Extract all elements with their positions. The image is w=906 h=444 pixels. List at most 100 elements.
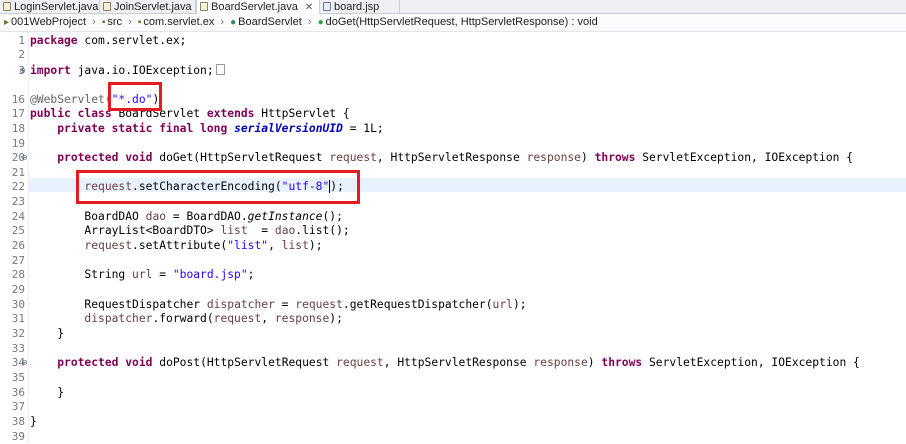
code-line[interactable]: request.setCharacterEncoding("utf-8"); xyxy=(30,180,344,194)
tab-label: JoinServlet.java xyxy=(114,1,192,13)
code-text: } xyxy=(30,415,37,428)
line-number: 35 xyxy=(11,371,25,384)
tab-board-jsp[interactable]: board.jsp xyxy=(320,0,400,14)
code-line[interactable]: request.setAttribute("list", list); xyxy=(30,239,323,253)
code-line[interactable]: } xyxy=(30,386,64,400)
code-line[interactable]: dispatcher.forward(request, response); xyxy=(30,312,342,326)
variable: request xyxy=(213,312,262,325)
breadcrumb-project[interactable]: 001WebProject xyxy=(11,16,86,28)
code-text: ) xyxy=(587,356,602,369)
project-icon: ▸ xyxy=(4,17,10,28)
code-line[interactable]: protected void doGet(HttpServletRequest … xyxy=(30,151,853,165)
line-number: 23 xyxy=(11,195,25,208)
code-text: ; xyxy=(247,268,255,281)
code-text: , xyxy=(261,312,275,325)
package-icon: ▪ xyxy=(137,17,142,28)
breadcrumb-class[interactable]: BoardServlet xyxy=(238,16,302,28)
source-folder-icon: ▪ xyxy=(101,17,106,28)
code-line[interactable]: import java.io.IOException; xyxy=(30,64,225,78)
code-line[interactable]: } xyxy=(30,327,64,341)
code-text: } xyxy=(57,386,65,399)
code-line[interactable]: public class BoardServlet extends HttpSe… xyxy=(30,107,350,121)
code-line[interactable]: BoardDAO dao = BoardDAO.getInstance(); xyxy=(30,210,343,224)
variable: list xyxy=(281,239,309,252)
code-text: } xyxy=(57,327,65,340)
code-text: ); xyxy=(330,180,344,193)
keyword: private static final long xyxy=(57,122,228,135)
variable: request xyxy=(84,180,133,193)
tab-login-servlet[interactable]: LoginServlet.java xyxy=(0,0,100,14)
chevron-right-icon: › xyxy=(220,16,225,28)
code-text: ArrayList<BoardDTO> xyxy=(84,224,221,237)
line-number: 29 xyxy=(11,283,25,296)
code-text: String xyxy=(84,268,133,281)
code-line[interactable]: ArrayList<BoardDTO> list = dao.list(); xyxy=(30,224,349,238)
code-line[interactable]: RequestDispatcher dispatcher = request.g… xyxy=(30,298,526,312)
code-text: BoardServlet xyxy=(111,107,207,120)
code-text: ) xyxy=(580,151,595,164)
code-text: (); xyxy=(322,210,343,223)
code-text: = xyxy=(247,224,275,237)
code-text: = 1L; xyxy=(342,122,384,135)
variable: dao xyxy=(274,224,296,237)
code-line[interactable]: package com.servlet.ex; xyxy=(30,34,186,48)
keyword: throws xyxy=(594,151,636,164)
variable: url xyxy=(492,298,513,311)
parameter: request xyxy=(336,356,384,369)
fold-collapse-icon[interactable]: ⊖ xyxy=(20,153,29,162)
keyword: public xyxy=(30,107,71,120)
tab-join-servlet[interactable]: JoinServlet.java xyxy=(100,0,196,14)
code-text: = xyxy=(152,268,173,281)
breadcrumb-package[interactable]: com.servlet.ex xyxy=(143,16,214,28)
code-line[interactable]: } xyxy=(30,415,37,429)
field-name: serialVersionUID xyxy=(234,122,343,135)
line-number: 19 xyxy=(11,137,25,150)
java-file-icon xyxy=(3,2,11,11)
line-number: 16 xyxy=(11,93,25,106)
java-file-icon xyxy=(103,2,111,11)
line-number-gutter[interactable]: 1 2 3 ⊕ 16 17 18 19 20 ⊖ 21 22 23 24 25 … xyxy=(0,32,29,443)
code-text: doGet(HttpServletRequest xyxy=(152,151,330,164)
jsp-file-icon xyxy=(323,2,331,11)
breadcrumb: ▸ 001WebProject › ▪ src › ▪ com.servlet.ex … xyxy=(0,14,906,32)
line-number: 27 xyxy=(11,254,25,267)
line-number: 1 xyxy=(18,34,25,47)
line-number: 38 xyxy=(11,415,25,428)
code-text: , HttpServletResponse xyxy=(383,356,534,369)
code-text: .getRequestDispatcher( xyxy=(342,298,493,311)
parameter: response xyxy=(533,356,588,369)
line-number: 24 xyxy=(11,210,25,223)
parameter: response xyxy=(526,151,581,164)
folded-code-icon[interactable] xyxy=(215,64,225,75)
variable: url xyxy=(132,268,153,281)
breadcrumb-folder[interactable]: src xyxy=(107,16,122,28)
close-icon[interactable]: ✕ xyxy=(305,2,313,13)
string-literal: "board.jsp" xyxy=(172,268,248,281)
keyword: extends xyxy=(206,107,255,120)
line-number: 36 xyxy=(11,386,25,399)
code-text: com.servlet.ex; xyxy=(77,34,187,47)
code-text: ); xyxy=(308,239,323,252)
breadcrumb-method[interactable]: doGet(HttpServletRequest, HttpServletRes… xyxy=(326,16,598,28)
code-line[interactable]: @WebServlet("*.do") xyxy=(30,93,159,107)
code-line[interactable]: String url = "board.jsp"; xyxy=(30,268,254,282)
code-text: ServletException, IOException { xyxy=(642,356,860,369)
line-number: 32 xyxy=(11,327,25,340)
code-line[interactable]: private static final long serialVersionU… xyxy=(30,122,384,136)
variable: dao xyxy=(145,210,167,223)
string-literal: "utf-8" xyxy=(281,180,330,193)
line-number: 28 xyxy=(11,268,25,281)
code-editor[interactable]: package com.servlet.ex; import java.io.I… xyxy=(30,32,906,443)
keyword: throws xyxy=(601,356,643,369)
variable: request xyxy=(295,298,343,311)
keyword: protected xyxy=(57,356,119,369)
line-number: 33 xyxy=(11,342,25,355)
fold-collapse-icon[interactable]: ⊖ xyxy=(20,358,29,367)
code-text: , HttpServletResponse xyxy=(376,151,527,164)
annotation: @WebServlet( xyxy=(30,93,112,106)
fold-expand-icon[interactable]: ⊕ xyxy=(18,66,27,75)
line-number: 30 xyxy=(11,298,25,311)
code-line[interactable]: protected void doPost(HttpServletRequest… xyxy=(30,356,860,370)
tab-board-servlet[interactable]: BoardServlet.java ✕ xyxy=(196,0,320,14)
keyword: import xyxy=(30,64,71,77)
